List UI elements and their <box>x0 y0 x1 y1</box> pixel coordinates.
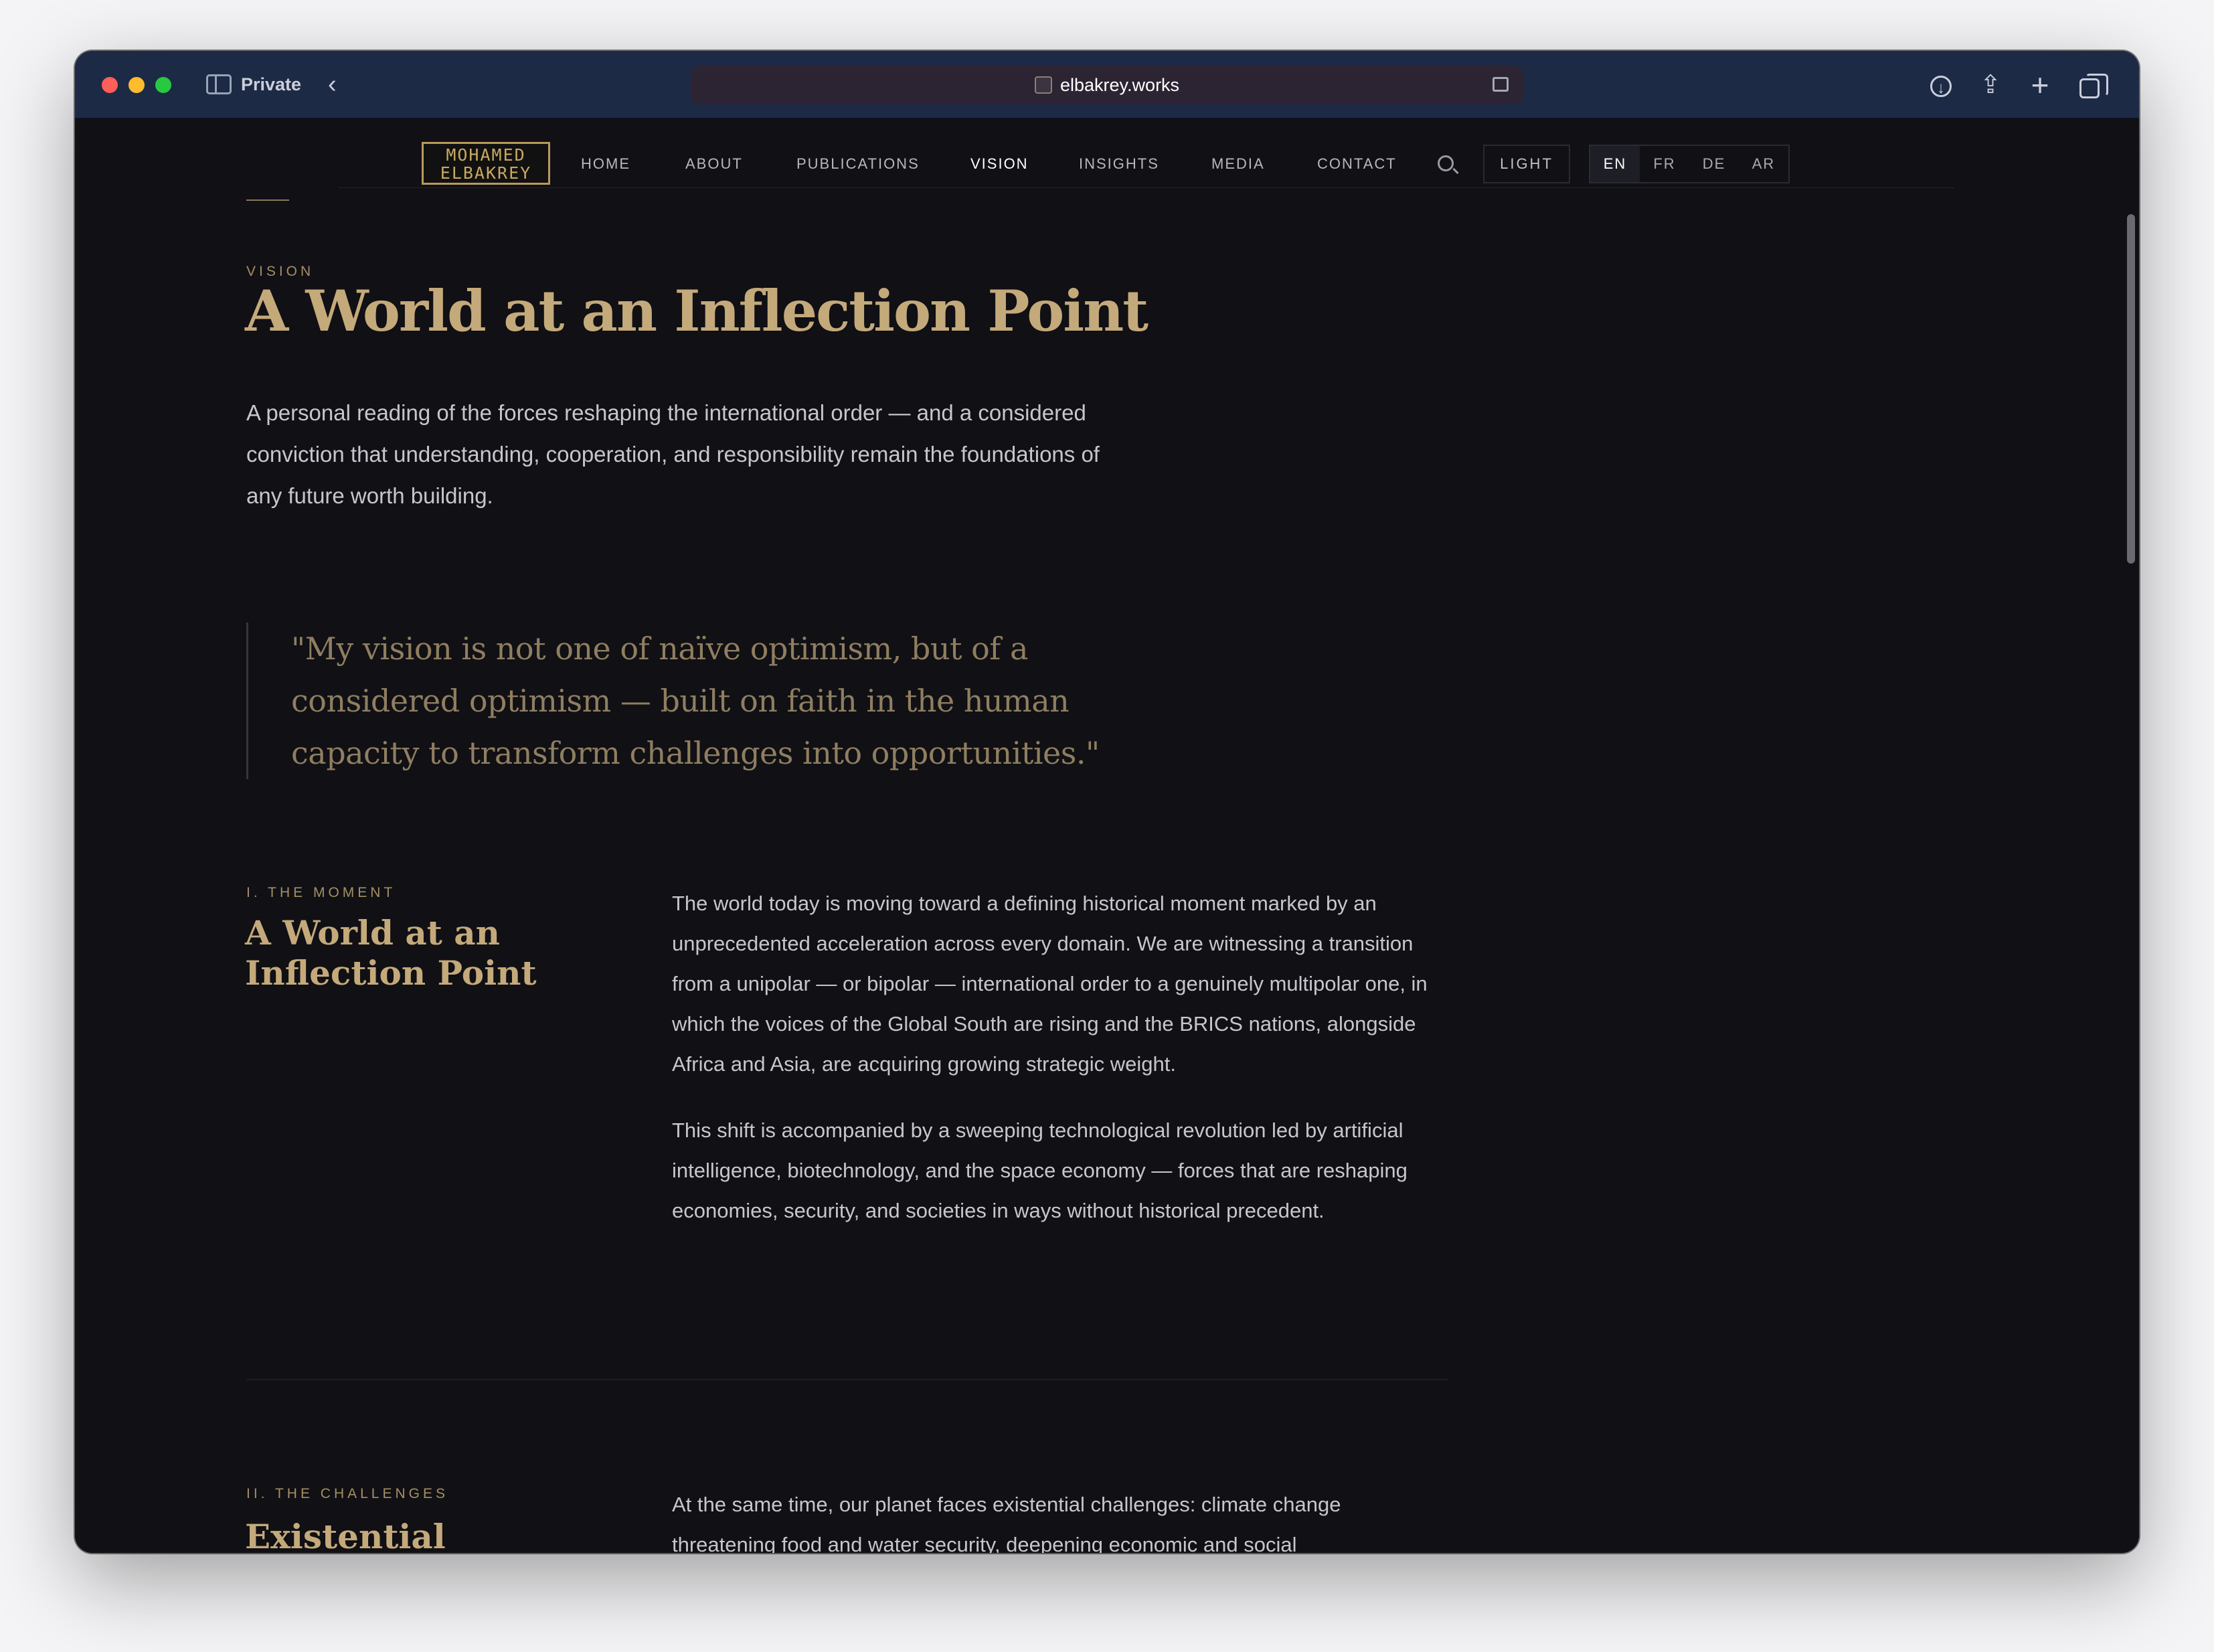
nav-publications[interactable]: PUBLICATIONS <box>796 143 920 185</box>
reader-mode-icon[interactable] <box>1493 77 1509 92</box>
nav-home[interactable]: HOME <box>581 143 630 185</box>
nav-about[interactable]: ABOUT <box>685 143 743 185</box>
section-1-title: A World at an Inflection Point <box>245 913 537 993</box>
browser-window: Private ‹ elbakrey.works ⇪ + MOHAMED ELB… <box>75 51 2139 1553</box>
section-1-eyebrow: I. THE MOMENT <box>246 885 396 900</box>
logo-line-1: MOHAMED <box>446 145 526 165</box>
close-window-button[interactable] <box>102 77 118 93</box>
section-divider <box>246 1379 1448 1380</box>
section-2-eyebrow: II. THE CHALLENGES <box>246 1486 449 1501</box>
section-1-body: The world today is moving toward a defin… <box>672 884 1448 1257</box>
hero-lead: A personal reading of the forces reshapi… <box>246 400 1100 508</box>
download-icon[interactable] <box>1925 69 1957 104</box>
zoom-window-button[interactable] <box>155 77 171 93</box>
section-1-paragraph: This shift is accompanied by a sweeping … <box>672 1119 1408 1222</box>
section-1-paragraph: The world today is moving toward a defin… <box>672 892 1428 1076</box>
site-favicon-icon <box>1035 76 1052 94</box>
nav-media[interactable]: MEDIA <box>1211 143 1265 185</box>
browser-toolbar: Private ‹ elbakrey.works ⇪ + <box>75 51 2139 119</box>
language-ar-button[interactable]: AR <box>1739 146 1788 182</box>
sidebar-icon[interactable] <box>206 74 232 94</box>
nav-insights[interactable]: INSIGHTS <box>1079 143 1159 185</box>
page-title: A World at an Inflection Point <box>245 278 1148 344</box>
search-icon[interactable] <box>1438 155 1454 171</box>
page-scrollbar[interactable] <box>2127 214 2135 564</box>
section-2-body: At the same time, our planet faces exist… <box>672 1485 1448 1553</box>
tab-overview-icon[interactable] <box>2073 69 2108 101</box>
nav-vision[interactable]: VISION <box>970 143 1029 185</box>
language-fr-button[interactable]: FR <box>1640 146 1689 182</box>
back-chevron-icon[interactable]: ‹ <box>328 71 337 98</box>
site-logo[interactable]: MOHAMED ELBAKREY <box>422 142 550 185</box>
minimize-window-button[interactable] <box>129 77 145 93</box>
language-en-button[interactable]: EN <box>1590 146 1640 182</box>
address-url[interactable]: elbakrey.works <box>1060 66 1179 104</box>
nav-contact[interactable]: CONTACT <box>1317 143 1397 185</box>
address-bar[interactable]: elbakrey.works <box>691 66 1523 104</box>
language-switcher: EN FR DE AR <box>1589 145 1790 183</box>
accent-rule <box>246 199 289 201</box>
theme-toggle-button[interactable]: LIGHT <box>1483 145 1570 183</box>
new-tab-plus-icon[interactable]: + <box>2024 69 2056 101</box>
section-2-paragraph: At the same time, our planet faces exist… <box>672 1493 1341 1553</box>
private-mode-label: Private <box>241 74 302 94</box>
quote-text: "My vision is not one of naïve optimism,… <box>291 631 1100 771</box>
header-divider <box>339 187 1954 188</box>
share-icon[interactable]: ⇪ <box>1974 69 2007 101</box>
logo-line-2: ELBAKREY <box>440 163 532 183</box>
section-2-title: Existential Challenges, <box>245 1517 446 1553</box>
language-de-button[interactable]: DE <box>1689 146 1739 182</box>
vision-quote: "My vision is not one of naïve optimism,… <box>246 623 1116 779</box>
